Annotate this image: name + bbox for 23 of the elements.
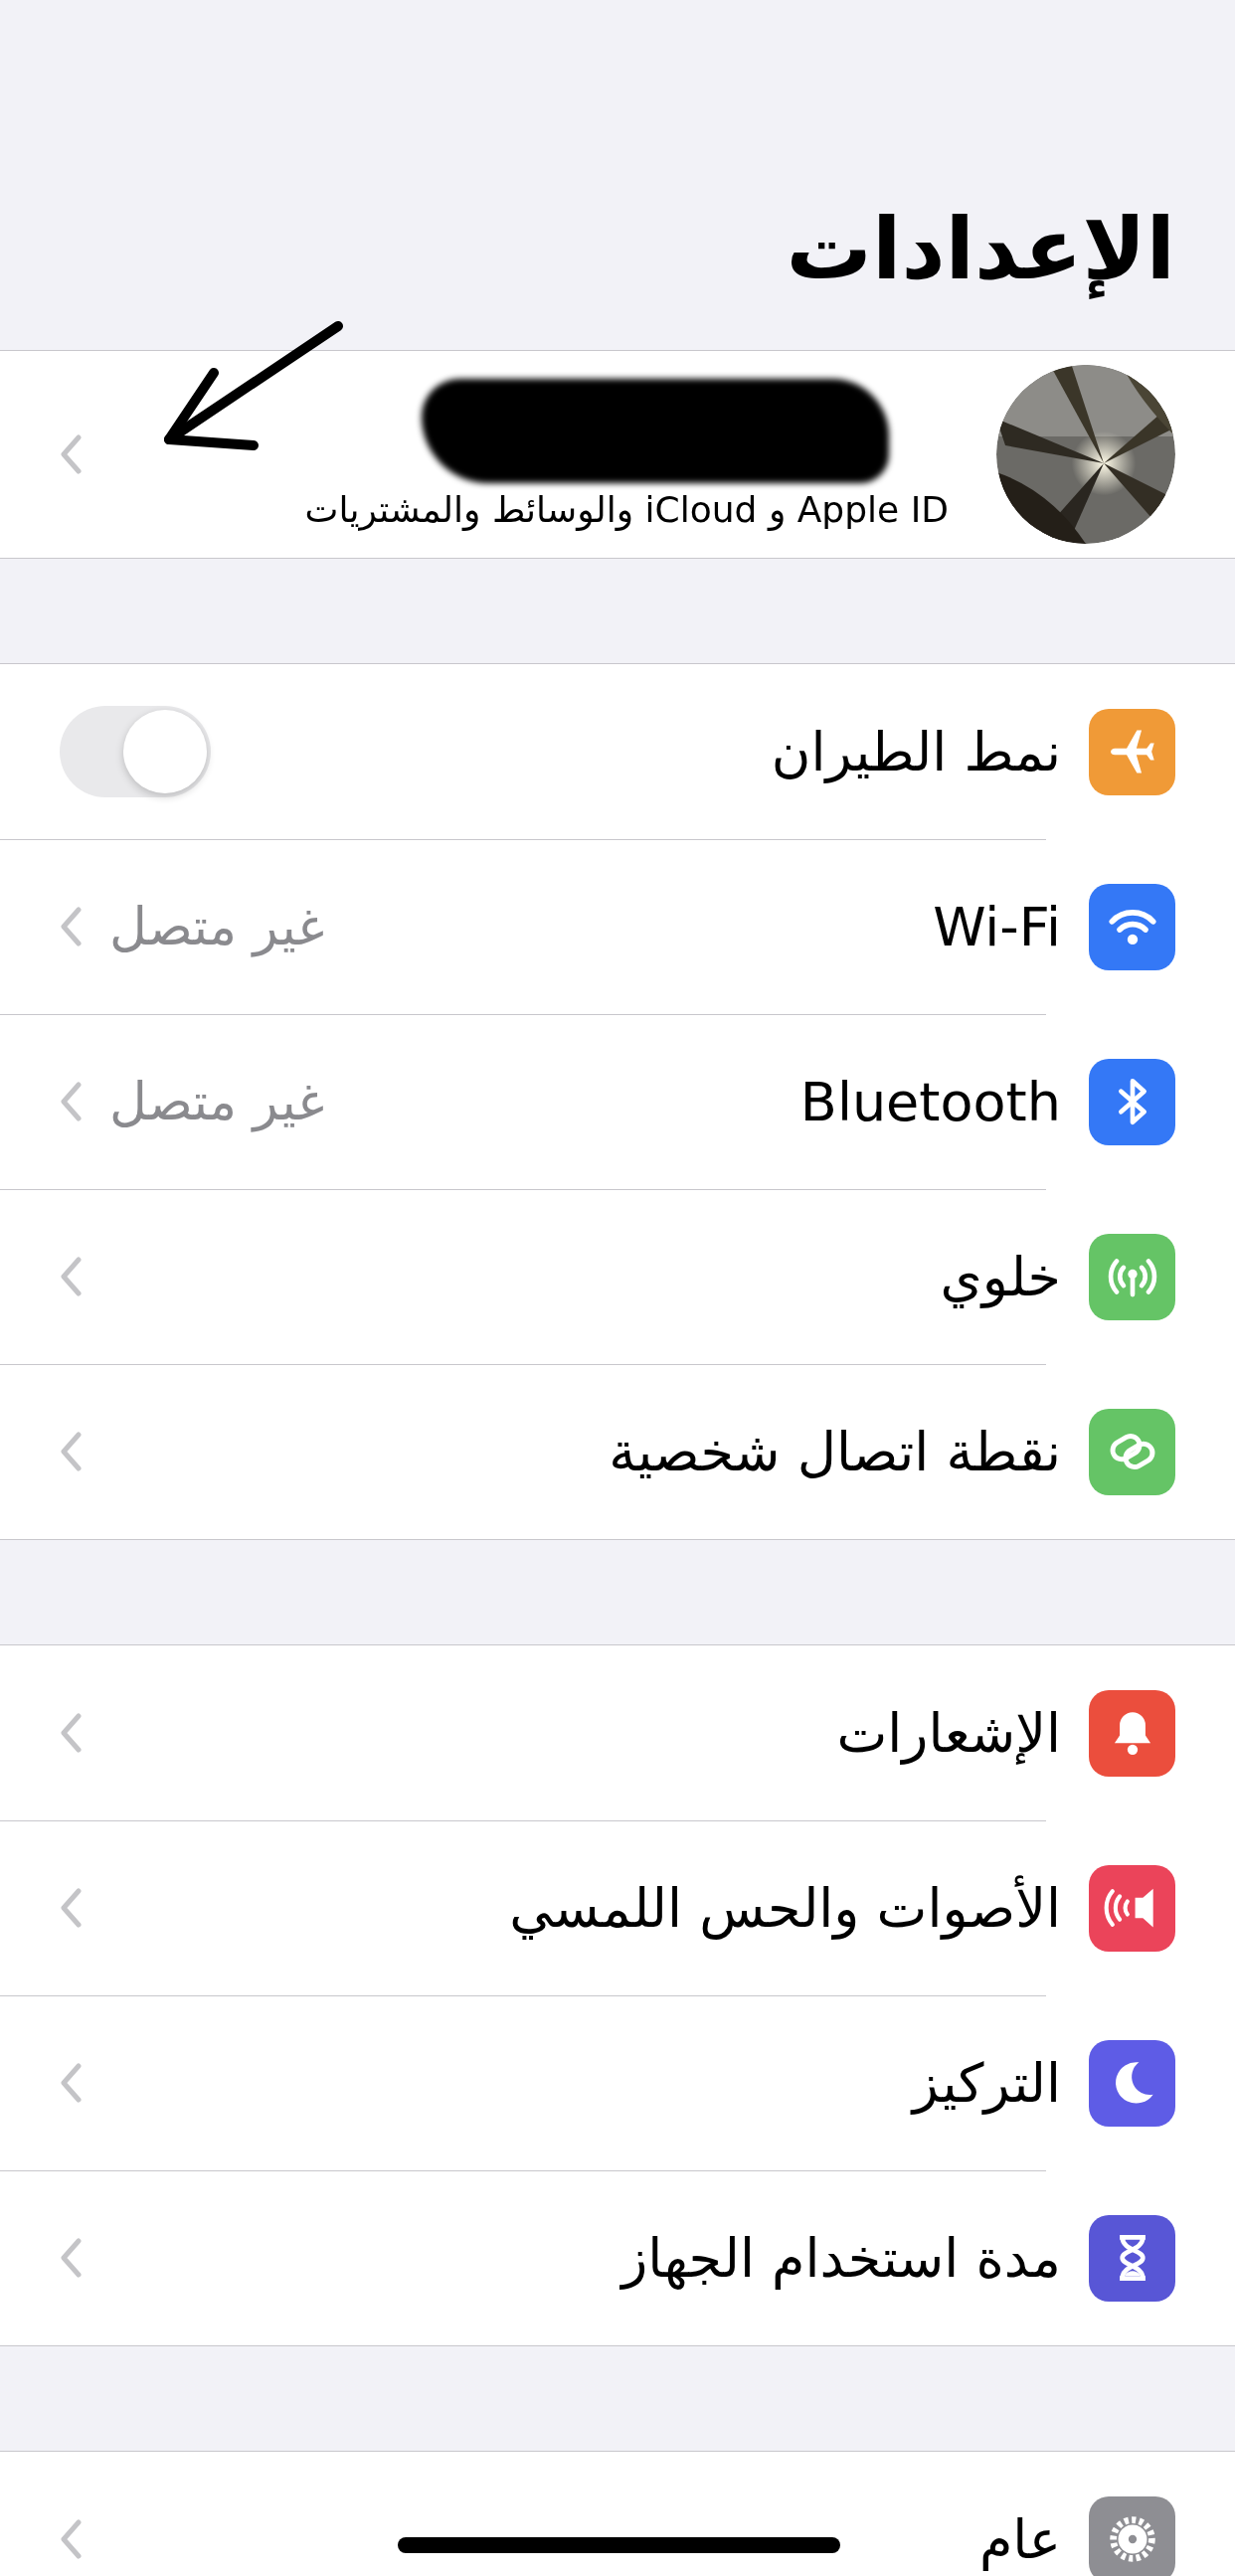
setting-label[interactable]: خلوي: [109, 1245, 1061, 1308]
chevron-icon: [60, 1713, 82, 1753]
setting-label[interactable]: نمط الطيران: [239, 720, 1061, 783]
setting-label[interactable]: التركيز: [109, 2051, 1061, 2115]
chevron-icon: [60, 1257, 82, 1296]
chevron-icon: [60, 2238, 82, 2278]
setting-label[interactable]: نقطة اتصال شخصية: [109, 1420, 1061, 1483]
chevron-icon: [60, 2063, 82, 2103]
chevron-icon: [60, 1082, 82, 1121]
profile-subtitle: Apple ID و iCloud والوسائط والمشتريات: [303, 489, 949, 530]
chevron-icon: [60, 434, 82, 474]
setting-label[interactable]: Bluetooth: [352, 1070, 1061, 1133]
chevron-icon: [60, 2519, 82, 2559]
page-title: الإعدادات: [786, 197, 1175, 300]
setting-label[interactable]: الإشعارات: [109, 1701, 1061, 1765]
setting-label[interactable]: مدة استخدام الجهاز: [109, 2226, 1061, 2290]
chevron-icon: [60, 907, 82, 946]
status-value: غير متصل: [109, 897, 325, 956]
setting-label[interactable]: Wi-Fi: [352, 895, 1061, 958]
status-value: غير متصل: [109, 1072, 325, 1131]
setting-label[interactable]: الأصوات والحس اللمسي: [109, 1876, 1061, 1940]
chevron-icon: [60, 1432, 82, 1471]
chevron-icon: [60, 1888, 82, 1928]
